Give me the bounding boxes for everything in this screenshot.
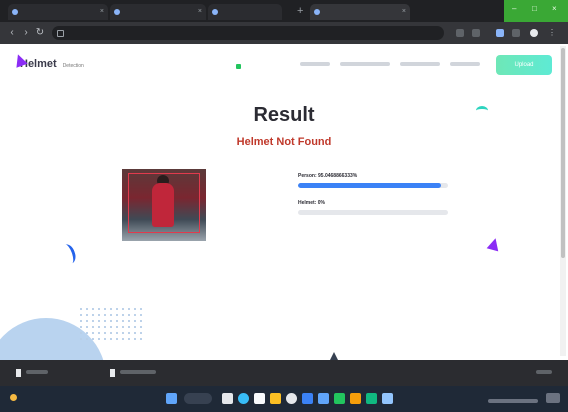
- decor-arc: [476, 106, 488, 115]
- download-item[interactable]: [110, 367, 156, 379]
- close-icon[interactable]: ×: [552, 5, 560, 13]
- download-item[interactable]: [16, 367, 48, 379]
- extension-icon[interactable]: [472, 29, 480, 37]
- decor-dots: [78, 306, 142, 340]
- reload-icon[interactable]: ↻: [34, 27, 46, 39]
- taskbar: [0, 386, 568, 412]
- favicon-icon: [12, 9, 18, 15]
- taskbar-app-icon[interactable]: [318, 393, 329, 404]
- scrollbar-thumb[interactable]: [561, 48, 565, 258]
- close-tab-icon[interactable]: ×: [198, 4, 202, 20]
- confidence-track: [298, 183, 448, 188]
- file-icon: [16, 369, 21, 377]
- taskbar-app-icon[interactable]: [222, 393, 233, 404]
- decor-square: [236, 64, 241, 69]
- browser-tab[interactable]: [208, 4, 282, 20]
- taskbar-app-icon[interactable]: [254, 393, 265, 404]
- browser-tab[interactable]: ×: [110, 4, 206, 20]
- profile-avatar[interactable]: [530, 29, 538, 37]
- plus-icon[interactable]: +: [297, 4, 303, 18]
- favicon-icon: [212, 9, 218, 15]
- confidence-label: Person: 95.0468866333%: [298, 173, 358, 179]
- address-bar[interactable]: [52, 26, 444, 40]
- confidence-panel: Person: 95.0468866333% Helmet: 0%: [298, 173, 448, 227]
- site-logo[interactable]: Helmet Detection: [20, 58, 84, 70]
- result-image: [122, 169, 206, 241]
- page-scrollbar[interactable]: [560, 46, 566, 356]
- taskbar-app-icon[interactable]: [238, 393, 249, 404]
- arrow-left-icon[interactable]: ‹: [6, 27, 18, 39]
- browser-toolbar: ‹ › ↻ ⋮: [0, 22, 568, 44]
- taskbar-app-icon[interactable]: [270, 393, 281, 404]
- browser-tab-bar: × × + × – □ ×: [0, 0, 568, 22]
- browser-tab-active[interactable]: ×: [310, 4, 410, 20]
- person-figure: [152, 183, 174, 227]
- show-all-downloads[interactable]: [536, 370, 552, 374]
- menu-icon[interactable]: ⋮: [548, 29, 556, 37]
- confidence-label: Helmet: 0%: [298, 200, 325, 206]
- taskbar-app-icon[interactable]: [302, 393, 313, 404]
- nav-link[interactable]: [400, 62, 440, 66]
- downloads-bar: [0, 360, 568, 386]
- decor-arc: [58, 242, 79, 266]
- taskbar-app-icon[interactable]: [366, 393, 377, 404]
- upload-button[interactable]: Upload: [496, 55, 552, 75]
- favicon-icon: [314, 9, 320, 15]
- brand-subtitle: Detection: [62, 63, 84, 69]
- nav-link[interactable]: [300, 62, 330, 66]
- maximize-icon[interactable]: □: [532, 5, 540, 13]
- nav-link[interactable]: [450, 62, 480, 66]
- confidence-track: [298, 210, 448, 215]
- confidence-bar-person: [298, 183, 441, 188]
- extension-icon[interactable]: [512, 29, 520, 37]
- decor-triangle: [486, 236, 502, 252]
- arrow-right-icon[interactable]: ›: [20, 27, 32, 39]
- detection-status: Helmet Not Found: [236, 136, 332, 148]
- file-icon: [110, 369, 115, 377]
- nav-link[interactable]: [340, 62, 390, 66]
- taskbar-app-icon[interactable]: [286, 393, 297, 404]
- system-tray[interactable]: [488, 393, 560, 405]
- taskbar-app-icon[interactable]: [350, 393, 361, 404]
- minimize-icon[interactable]: –: [512, 5, 520, 13]
- weather-icon: [10, 394, 17, 401]
- taskbar-app-icon[interactable]: [334, 393, 345, 404]
- close-tab-icon[interactable]: ×: [402, 4, 406, 20]
- search-icon[interactable]: [184, 393, 212, 404]
- extension-icon[interactable]: [496, 29, 504, 37]
- window-controls: – □ ×: [504, 0, 568, 22]
- favicon-icon: [114, 9, 120, 15]
- taskbar-app-icon[interactable]: [382, 393, 393, 404]
- windows-start-icon[interactable]: [166, 393, 177, 404]
- decor-triangle: [330, 352, 338, 360]
- close-tab-icon[interactable]: ×: [100, 4, 104, 20]
- extension-icon[interactable]: [456, 29, 464, 37]
- lock-icon: [57, 30, 64, 37]
- browser-tab[interactable]: ×: [8, 4, 108, 20]
- web-page: Helmet Detection Upload Result Helmet Not…: [0, 44, 568, 360]
